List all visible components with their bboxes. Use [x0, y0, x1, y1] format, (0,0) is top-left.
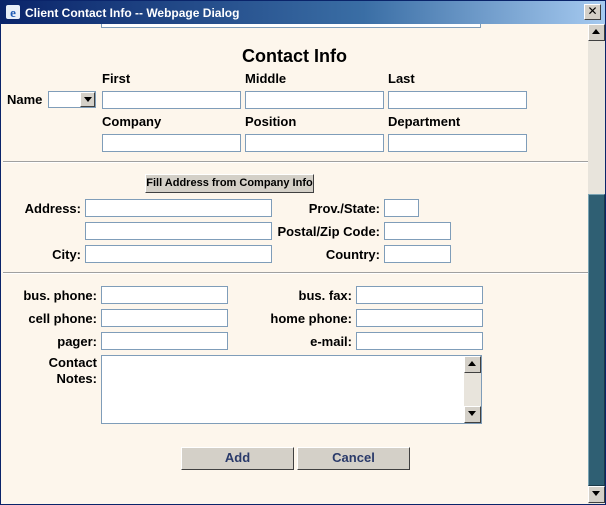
- postal-zip-input[interactable]: [384, 222, 451, 240]
- contact-notes-label: Contact: [48, 355, 97, 370]
- clipped-field: [101, 24, 481, 28]
- scroll-up-icon[interactable]: [464, 356, 481, 373]
- scroll-up-icon[interactable]: [588, 24, 605, 41]
- country-input[interactable]: [384, 245, 451, 263]
- fill-address-button[interactable]: Fill Address from Company Info: [145, 174, 314, 193]
- home-phone-label: home phone:: [270, 311, 352, 326]
- contact-notes-label: Notes:: [56, 371, 97, 386]
- prov-state-input[interactable]: [384, 199, 419, 217]
- contact-notes-textarea[interactable]: [101, 355, 482, 424]
- middle-name-input[interactable]: [245, 91, 384, 109]
- last-label: Last: [388, 71, 415, 86]
- city-input[interactable]: [85, 245, 272, 263]
- vertical-scrollbar[interactable]: [588, 24, 605, 504]
- position-label: Position: [245, 114, 297, 129]
- cell-phone-input[interactable]: [101, 309, 228, 327]
- department-label: Department: [388, 114, 461, 129]
- dialog-window: e Client Contact Info -- Webpage Dialog …: [0, 0, 606, 505]
- first-label: First: [102, 71, 131, 86]
- email-input[interactable]: [356, 332, 483, 350]
- pager-label: pager:: [57, 334, 97, 349]
- cell-phone-label: cell phone:: [28, 311, 97, 326]
- close-button[interactable]: ✕: [584, 4, 601, 20]
- scroll-thumb[interactable]: [588, 194, 605, 486]
- bus-fax-label: bus. fax:: [298, 288, 352, 303]
- pager-input[interactable]: [101, 332, 228, 350]
- dialog-content: Contact Info Name First Middle Last Comp…: [1, 24, 588, 504]
- city-label: City:: [52, 247, 81, 262]
- cancel-button[interactable]: Cancel: [297, 447, 410, 470]
- bus-phone-label: bus. phone:: [23, 288, 97, 303]
- section-divider: [3, 161, 588, 163]
- section-divider: [3, 272, 588, 274]
- country-label: Country:: [325, 247, 380, 262]
- company-input[interactable]: [102, 134, 241, 152]
- company-label: Company: [102, 114, 162, 129]
- svg-text:e: e: [10, 5, 16, 20]
- window-title: Client Contact Info -- Webpage Dialog: [25, 6, 240, 20]
- scroll-down-icon[interactable]: [464, 406, 481, 423]
- ie-icon: e: [5, 4, 21, 20]
- title-bar[interactable]: e Client Contact Info -- Webpage Dialog …: [1, 1, 605, 24]
- middle-label: Middle: [245, 71, 287, 86]
- chevron-down-icon[interactable]: [80, 92, 95, 107]
- last-name-input[interactable]: [388, 91, 527, 109]
- postal-zip-label: Postal/Zip Code:: [277, 224, 380, 239]
- add-button[interactable]: Add: [181, 447, 294, 470]
- name-prefix-select[interactable]: [48, 91, 96, 108]
- prov-state-label: Prov./State:: [308, 201, 380, 216]
- notes-scrollbar[interactable]: [464, 356, 481, 423]
- address-label: Address:: [24, 201, 81, 216]
- department-input[interactable]: [388, 134, 527, 152]
- home-phone-input[interactable]: [356, 309, 483, 327]
- name-label: Name: [7, 92, 43, 107]
- address-line2-input[interactable]: [85, 222, 272, 240]
- bus-phone-input[interactable]: [101, 286, 228, 304]
- scroll-down-icon[interactable]: [588, 486, 605, 503]
- email-label: e-mail:: [310, 334, 352, 349]
- bus-fax-input[interactable]: [356, 286, 483, 304]
- page-title: Contact Info: [242, 46, 347, 66]
- first-name-input[interactable]: [102, 91, 241, 109]
- position-input[interactable]: [245, 134, 384, 152]
- address-line1-input[interactable]: [85, 199, 272, 217]
